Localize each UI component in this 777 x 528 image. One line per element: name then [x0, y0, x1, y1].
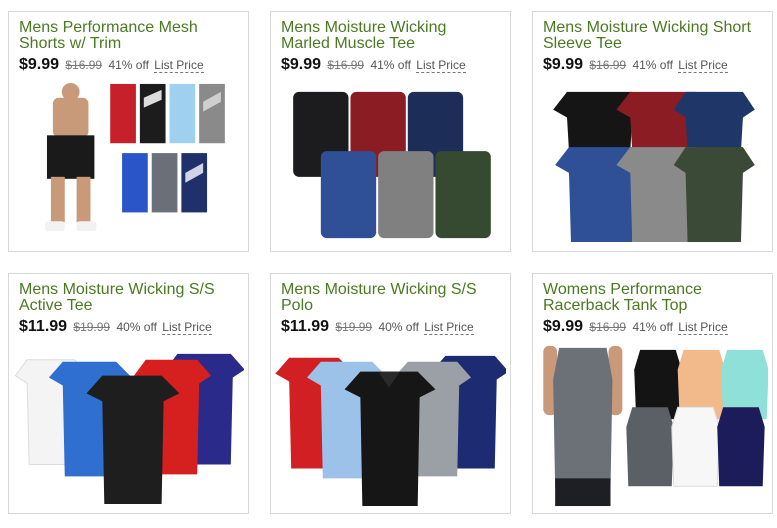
product-title[interactable]: Mens Moisture Wicking S/S Active Tee — [19, 282, 242, 314]
list-price-link[interactable]: List Price — [416, 58, 466, 73]
discount-label: 40% off — [116, 320, 157, 334]
original-price: $16.99 — [65, 58, 103, 72]
product-image[interactable] — [537, 340, 768, 509]
discount-label: 40% off — [378, 320, 419, 334]
discount-label: 41% off — [632, 320, 673, 334]
sale-price: $9.99 — [543, 318, 584, 335]
sale-price: $9.99 — [19, 56, 60, 73]
product-title[interactable]: Mens Moisture Wicking Marled Muscle Tee — [281, 20, 504, 52]
price-row: $9.99 $16.99 41% off List Price — [281, 56, 466, 74]
discount-label: 41% off — [632, 58, 673, 72]
list-price-link[interactable]: List Price — [678, 320, 728, 335]
list-price-link[interactable]: List Price — [424, 320, 474, 335]
product-image[interactable] — [275, 340, 506, 509]
product-card-shorts[interactable]: Mens Performance Mesh Shorts w/ Trim $9.… — [8, 11, 249, 252]
product-image[interactable] — [13, 340, 244, 509]
product-title[interactable]: Mens Performance Mesh Shorts w/ Trim — [19, 20, 242, 52]
sale-price: $11.99 — [281, 318, 330, 335]
product-grid: Mens Performance Mesh Shorts w/ Trim $9.… — [0, 0, 777, 528]
product-title[interactable]: Mens Moisture Wicking Short Sleeve Tee — [543, 20, 766, 52]
product-card-muscle-tee[interactable]: Mens Moisture Wicking Marled Muscle Tee … — [270, 11, 511, 252]
price-row: $9.99 $16.99 41% off List Price — [543, 318, 728, 336]
product-image[interactable] — [13, 78, 244, 247]
price-row: $11.99 $19.99 40% off List Price — [281, 318, 474, 336]
product-card-short-sleeve-tee[interactable]: Mens Moisture Wicking Short Sleeve Tee $… — [532, 11, 773, 252]
sale-price: $9.99 — [281, 56, 322, 73]
list-price-link[interactable]: List Price — [154, 58, 204, 73]
discount-label: 41% off — [370, 58, 411, 72]
sale-price: $11.99 — [19, 318, 68, 335]
product-card-racerback-tank[interactable]: Womens Performance Racerback Tank Top $9… — [532, 273, 773, 514]
product-title[interactable]: Womens Performance Racerback Tank Top — [543, 282, 766, 314]
original-price: $19.99 — [73, 320, 111, 334]
original-price: $19.99 — [335, 320, 373, 334]
original-price: $16.99 — [589, 320, 627, 334]
price-row: $9.99 $16.99 41% off List Price — [19, 56, 204, 74]
list-price-link[interactable]: List Price — [162, 320, 212, 335]
product-title[interactable]: Mens Moisture Wicking S/S Polo — [281, 282, 504, 314]
original-price: $16.99 — [589, 58, 627, 72]
product-card-active-tee[interactable]: Mens Moisture Wicking S/S Active Tee $11… — [8, 273, 249, 514]
sale-price: $9.99 — [543, 56, 584, 73]
original-price: $16.99 — [327, 58, 365, 72]
price-row: $9.99 $16.99 41% off List Price — [543, 56, 728, 74]
product-image[interactable] — [275, 78, 506, 247]
product-image[interactable] — [537, 78, 768, 247]
discount-label: 41% off — [108, 58, 149, 72]
list-price-link[interactable]: List Price — [678, 58, 728, 73]
price-row: $11.99 $19.99 40% off List Price — [19, 318, 212, 336]
product-card-polo[interactable]: Mens Moisture Wicking S/S Polo $11.99 $1… — [270, 273, 511, 514]
